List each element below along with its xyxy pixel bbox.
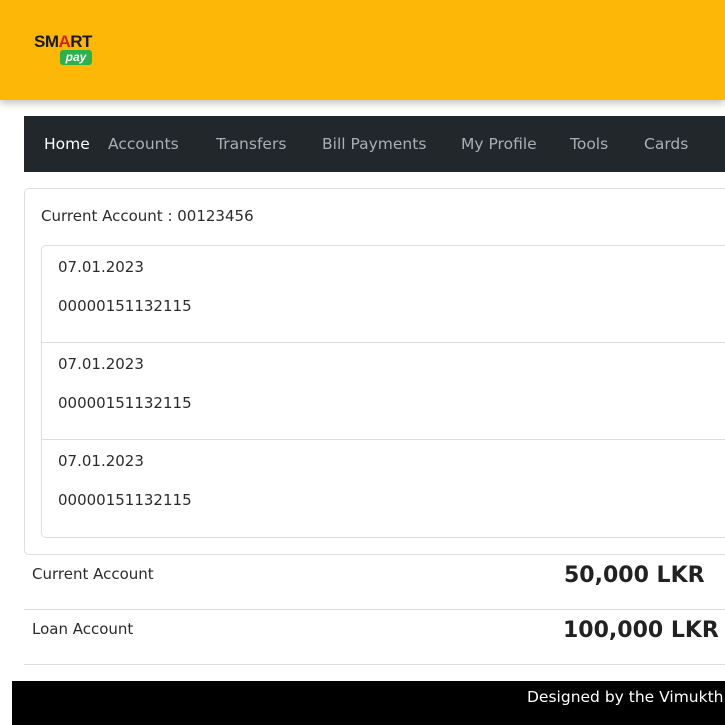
account-card: Current Account : 00123456 07.01.2023 00… [24,188,725,555]
account-title: Current Account : 00123456 [41,207,254,225]
transaction-list: 07.01.2023 00000151132115 07.01.2023 000… [41,245,725,538]
transaction-date: 07.01.2023 [58,355,144,373]
app-header: SMART pay [0,0,725,100]
nav-home[interactable]: Home [44,116,90,172]
page-footer: Designed by the Vimukth [12,681,725,725]
transaction-item[interactable]: 07.01.2023 00000151132115 [42,343,725,440]
footer-credit: Designed by the Vimukth [527,688,724,706]
logo-pay-badge: pay [60,50,92,65]
smartpay-logo[interactable]: SMART pay [34,32,96,68]
nav-cards[interactable]: Cards [644,116,688,172]
balance-row-current[interactable]: Current Account 50,000 LKR [24,555,725,610]
balance-row-loan[interactable]: Loan Account 100,000 LKR [24,610,725,665]
balance-label: Current Account [32,565,154,583]
transaction-date: 07.01.2023 [58,452,144,470]
transaction-reference: 00000151132115 [58,491,192,509]
balance-value: 50,000 LKR [564,563,705,588]
transaction-reference: 00000151132115 [58,394,192,412]
logo-wordmark: SMART [34,32,92,51]
nav-accounts[interactable]: Accounts [108,116,179,172]
balance-label: Loan Account [32,620,134,638]
nav-my-profile[interactable]: My Profile [461,116,537,172]
transaction-item[interactable]: 07.01.2023 00000151132115 [42,246,725,343]
transaction-reference: 00000151132115 [58,297,192,315]
balance-value: 100,000 LKR [563,618,719,643]
transaction-date: 07.01.2023 [58,258,144,276]
nav-transfers[interactable]: Transfers [216,116,286,172]
transaction-item[interactable]: 07.01.2023 00000151132115 [42,440,725,537]
nav-tools[interactable]: Tools [570,116,608,172]
nav-bill-payments[interactable]: Bill Payments [322,116,426,172]
main-navbar: Home Accounts Transfers Bill Payments My… [24,116,725,172]
